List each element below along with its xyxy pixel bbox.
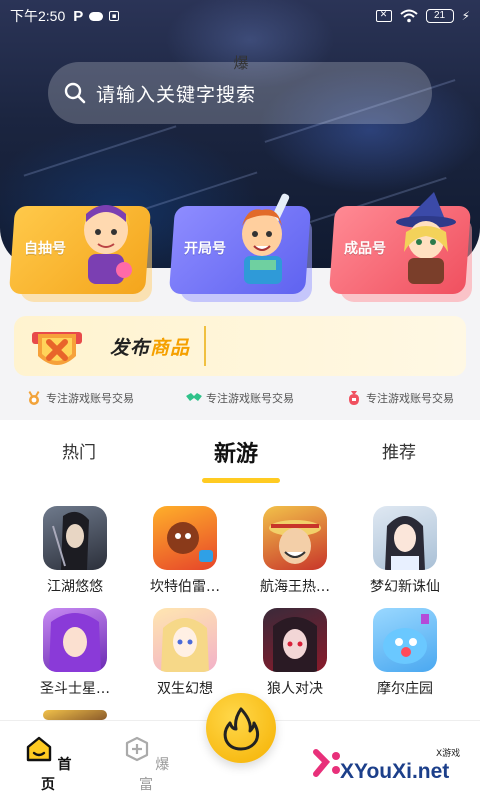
- shield-cross-icon: [32, 332, 82, 365]
- game-name: 圣斗士星…: [40, 681, 110, 697]
- game-name: 梦幻新诛仙: [370, 579, 440, 595]
- divider: [204, 326, 206, 366]
- character-avatar-icon: [82, 205, 132, 284]
- weather-cloud-icon: [89, 11, 104, 21]
- game-icon: [43, 608, 107, 672]
- parking-icon: P: [73, 7, 84, 25]
- publish-product-banner[interactable]: 发布商品: [14, 316, 466, 376]
- charging-icon: ⚡: [461, 9, 470, 23]
- notification-icon: ▪: [109, 11, 120, 21]
- game-icon: [373, 506, 437, 570]
- search-icon: [64, 82, 86, 104]
- category-card-self-draw[interactable]: 自抽号: [8, 205, 152, 302]
- game-item[interactable]: 梦幻新诛仙: [350, 506, 460, 596]
- game-item[interactable]: 江湖悠悠: [20, 506, 130, 596]
- flame-icon: [223, 707, 260, 751]
- game-item[interactable]: [20, 710, 130, 720]
- status-time: 下午2:50: [10, 8, 66, 24]
- search-placeholder: 请输入关键字搜索: [96, 83, 257, 106]
- category-label: 自抽号: [24, 241, 66, 257]
- character-avatar-icon: [242, 193, 290, 284]
- home-icon: [26, 736, 51, 762]
- game-name: 摩尔庄园: [377, 681, 433, 697]
- game-name: 坎特伯雷…: [150, 579, 220, 595]
- game-item[interactable]: 圣斗士星…: [20, 608, 130, 698]
- game-item[interactable]: 坎特伯雷…: [130, 506, 240, 596]
- feature-item: 专注游戏账号交易: [346, 390, 454, 406]
- no-sim-icon: ✕: [375, 10, 392, 22]
- character-avatar-icon: [396, 192, 456, 284]
- nav-home[interactable]: 首页: [18, 735, 78, 794]
- watermark-text: XYouXi.net: [340, 760, 450, 783]
- game-icon: [153, 506, 217, 570]
- watermark-tag: X游戏: [436, 749, 461, 759]
- nav-rich[interactable]: 爆富: [116, 735, 176, 794]
- tab-bar: 热门 新游 推荐: [0, 420, 480, 484]
- game-icon: [153, 608, 217, 672]
- feature-item: 专注游戏账号交易: [26, 390, 134, 406]
- game-icon: [43, 710, 107, 720]
- status-bar: 下午2:50 P ▪ ✕ 21 ⚡: [0, 0, 480, 32]
- category-label: 成品号: [344, 241, 386, 257]
- category-label: 开局号: [184, 241, 226, 257]
- active-tab-indicator: [202, 478, 280, 483]
- nav-boom-button[interactable]: [206, 693, 276, 763]
- publish-title: 发布商品: [110, 337, 191, 359]
- game-icon: [43, 506, 107, 570]
- game-name: 航海王热…: [260, 579, 330, 595]
- handshake-icon: [186, 393, 202, 401]
- battery-icon: 21: [425, 9, 454, 23]
- add-square-icon: [125, 736, 148, 762]
- medal-icon: [28, 390, 40, 405]
- wifi-icon: [399, 9, 418, 23]
- game-icon: [373, 608, 437, 672]
- game-item[interactable]: 双生幻想: [130, 608, 240, 698]
- feature-strip: 专注游戏账号交易 专注游戏账号交易 专注游戏账号交易: [0, 386, 480, 410]
- tab-hot[interactable]: 热门: [62, 438, 96, 463]
- game-icon: [263, 506, 327, 570]
- nav-boom-label: 爆: [233, 54, 249, 72]
- game-name: 江湖悠悠: [47, 579, 103, 595]
- tab-recommended[interactable]: 推荐: [382, 438, 416, 463]
- game-item[interactable]: 航海王热…: [240, 506, 350, 596]
- game-item[interactable]: 狼人对决: [240, 608, 350, 698]
- feature-item: 专注游戏账号交易: [186, 390, 294, 406]
- category-card-starter[interactable]: 开局号: [168, 193, 312, 302]
- tab-new-games[interactable]: 新游: [214, 436, 258, 468]
- category-card-finished[interactable]: 成品号: [328, 192, 472, 302]
- game-icon: [263, 608, 327, 672]
- game-item[interactable]: 摩尔庄园: [350, 608, 460, 698]
- moneybag-icon: [349, 391, 359, 405]
